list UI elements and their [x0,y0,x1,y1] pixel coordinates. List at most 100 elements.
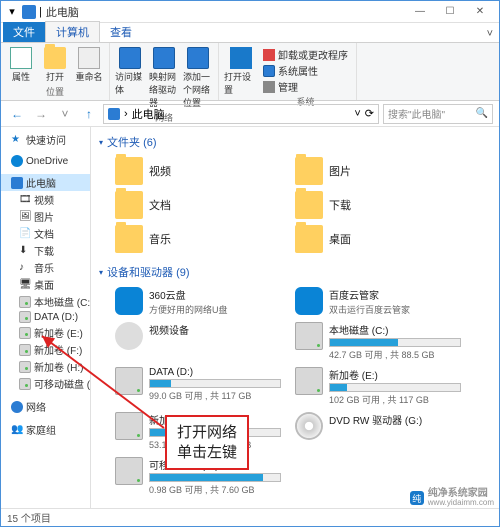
minimize-button[interactable]: — [405,2,435,22]
nav-up-button[interactable]: ↑ [79,104,99,124]
usage-bar [329,338,461,347]
watermark-url: www.yidaimm.com [428,499,494,507]
drive-icon [115,412,143,440]
sidebar-item-homegroup[interactable]: 👥家庭组 [1,421,90,438]
tab-view[interactable]: 查看 [100,22,142,42]
drive-c[interactable]: 本地磁盘 (C:)42.7 GB 可用 , 共 88.5 GB [293,320,463,363]
dvd-icon [295,412,323,440]
manage-icon [263,81,275,93]
drive-dvd-g[interactable]: DVD RW 驱动器 (G:) [293,410,463,453]
ribbon-group-system: 打开设置 卸载或更改程序 系统属性 管理 系统 [219,43,357,100]
drives-grid: 360云盘方便好用的网络U盘 百度云管家双击运行百度云管家 视频设备 本地磁盘 … [99,283,491,504]
content-pane: ▾文件夹 (6) 视频 图片 文档 下载 音乐 桌面 ▾设备和驱动器 (9) 3… [91,127,499,508]
ribbon-uninstall-item[interactable]: 卸载或更改程序 [263,47,348,62]
navbar: ← → ˅ ↑ › 此电脑 ˅ ⟳ 搜索"此电脑" 🔍 [1,101,499,127]
maximize-button[interactable]: ☐ [435,2,465,22]
ribbon-rename-button[interactable]: 重命名 [73,45,105,85]
sidebar-item-drive-f[interactable]: 新加卷 (F:) [1,341,90,358]
app-360cloud[interactable]: 360云盘方便好用的网络U盘 [113,285,283,318]
refresh-button[interactable]: ⟳ [365,107,374,120]
search-input[interactable]: 搜索"此电脑" 🔍 [383,104,493,124]
pc-icon [11,177,23,189]
tab-file[interactable]: 文件 [3,22,45,42]
sidebar-item-drive-d[interactable]: DATA (D:) [1,310,90,324]
status-bar: 15 个项目 [1,508,499,526]
folder-icon [295,225,323,253]
titlebar: ▾ | 此电脑 — ☐ ✕ [1,1,499,23]
ribbon-properties-button[interactable]: 属性 [5,45,37,85]
folder-icon [295,157,323,185]
folder-icon [115,225,143,253]
group-header-folders[interactable]: ▾文件夹 (6) [99,131,491,153]
tab-computer[interactable]: 计算机 [45,21,100,42]
ribbon-sysprops-item[interactable]: 系统属性 [263,63,348,78]
drive-icon [19,378,31,390]
nav-forward-button[interactable]: → [31,104,51,124]
sidebar-item-thispc[interactable]: 此电脑 [1,174,90,191]
annotation-line1: 打开网络 [177,423,237,443]
drive-icon [19,327,31,339]
search-icon: 🔍 [476,108,488,119]
group-header-drives[interactable]: ▾设备和驱动器 (9) [99,261,491,283]
sidebar-item-documents[interactable]: 📄文档 [1,225,90,242]
uninstall-icon [263,49,275,61]
qat-icon[interactable]: ▾ [5,5,19,19]
app-baiducloud[interactable]: 百度云管家双击运行百度云管家 [293,285,463,318]
drive-d[interactable]: DATA (D:)99.0 GB 可用 , 共 117 GB [113,365,283,408]
folder-documents[interactable]: 文档 [113,189,283,221]
nav-back-button[interactable]: ← [7,104,27,124]
drive-e[interactable]: 新加卷 (E:)102 GB 可用 , 共 117 GB [293,365,463,408]
homegroup-icon: 👥 [11,424,23,436]
network-icon [11,401,23,413]
status-text: 15 个项目 [7,510,51,525]
nav-recent-button[interactable]: ˅ [55,104,75,124]
folder-videos[interactable]: 视频 [113,155,283,187]
drive-icon [115,457,143,485]
chevron-down-icon: ▾ [99,268,103,277]
search-placeholder: 搜索"此电脑" [388,106,445,121]
folder-downloads[interactable]: 下载 [293,189,463,221]
sidebar-item-network[interactable]: 网络 [1,398,90,415]
properties-icon [10,47,32,69]
folder-pictures[interactable]: 图片 [293,155,463,187]
device-video[interactable]: 视频设备 [113,320,283,363]
sidebar-item-drive-h[interactable]: 新加卷 (H:) [1,358,90,375]
folder-desktop[interactable]: 桌面 [293,223,463,255]
cloud-icon [115,287,143,315]
ribbon-collapse-button[interactable]: ˅ [481,26,499,42]
sidebar-item-desktop[interactable]: 🖥桌面 [1,276,90,293]
sidebar-item-drive-c[interactable]: 本地磁盘 (C:) [1,293,90,310]
sidebar-item-drive-e[interactable]: 新加卷 (E:) [1,324,90,341]
sidebar-item-quickaccess[interactable]: ★快速访问 [1,131,90,148]
sidebar-item-removable-h[interactable]: 可移动磁盘 (H:) [1,375,90,392]
folders-grid: 视频 图片 文档 下载 音乐 桌面 [99,153,491,261]
folder-icon: 🎞 [19,194,31,206]
drive-icon [19,296,31,308]
ribbon-open-settings-button[interactable]: 打开设置 [223,45,259,98]
ribbon-open-button[interactable]: 打开 [39,45,71,85]
folder-music[interactable]: 音乐 [113,223,283,255]
address-bar[interactable]: › 此电脑 ˅ ⟳ [103,104,379,124]
drive-icon [115,367,143,395]
sidebar-item-pictures[interactable]: 🖼图片 [1,208,90,225]
map-drive-icon [153,47,175,69]
cloud-icon [295,287,323,315]
body-area: ★快速访问 OneDrive 此电脑 🎞视频 🖼图片 📄文档 ⬇下载 ♪音乐 🖥… [1,127,499,508]
pc-icon [22,5,36,19]
folder-icon [295,191,323,219]
drive-icon [295,367,323,395]
close-button[interactable]: ✕ [465,2,495,22]
sidebar-item-videos[interactable]: 🎞视频 [1,191,90,208]
ribbon-manage-item[interactable]: 管理 [263,79,348,94]
ribbon-tabs: 文件 计算机 查看 ˅ [1,23,499,43]
folder-icon [115,191,143,219]
watermark-logo-icon: 纯 [410,491,424,505]
sidebar-item-music[interactable]: ♪音乐 [1,259,90,276]
sidebar-item-onedrive[interactable]: OneDrive [1,154,90,168]
add-location-icon [187,47,209,69]
drive-icon [19,344,31,356]
settings-icon [230,47,252,69]
sidebar-item-downloads[interactable]: ⬇下载 [1,242,90,259]
drive-icon [295,322,323,350]
address-dropdown-button[interactable]: ˅ [354,108,360,120]
